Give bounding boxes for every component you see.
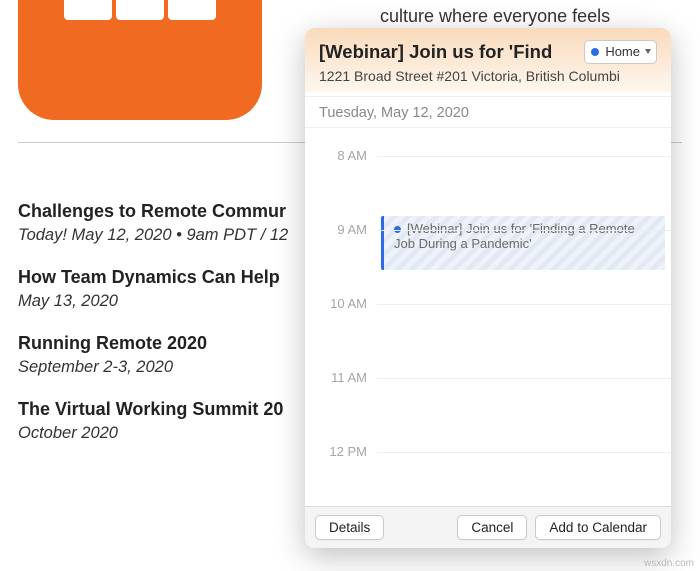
- event-block-label: [Webinar] Join us for 'Finding a Remote …: [394, 221, 635, 251]
- calendar-selected-label: Home: [605, 44, 640, 59]
- hour-label: 11 AM: [305, 370, 367, 385]
- calendar-select[interactable]: Home: [584, 40, 657, 64]
- hour-label: 8 AM: [305, 148, 367, 163]
- hour-label: 9 AM: [305, 222, 367, 237]
- timeline[interactable]: [Webinar] Join us for 'Finding a Remote …: [305, 127, 671, 506]
- chevron-down-icon: [645, 49, 651, 54]
- popover-footer: Details Cancel Add to Calendar: [305, 506, 671, 548]
- hour-line: [377, 230, 671, 231]
- hour-label: 10 AM: [305, 296, 367, 311]
- calendar-popover: [Webinar] Join us for 'Find Home 1221 Br…: [305, 28, 671, 548]
- logo: [18, 0, 262, 120]
- popover-address: 1221 Broad Street #201 Victoria, British…: [319, 68, 657, 84]
- hour-line: [377, 452, 671, 453]
- hour-line: [377, 156, 671, 157]
- details-button[interactable]: Details: [315, 515, 384, 540]
- hour-line: [377, 378, 671, 379]
- hour-label: 12 PM: [305, 444, 367, 459]
- hour-line: [377, 304, 671, 305]
- watermark: wsxdn.com: [644, 558, 694, 569]
- cancel-button[interactable]: Cancel: [457, 515, 527, 540]
- blurb-text: culture where everyone feels: [380, 4, 660, 28]
- add-to-calendar-button[interactable]: Add to Calendar: [535, 515, 661, 540]
- calendar-color-dot: [591, 48, 599, 56]
- calendar-event-block[interactable]: [Webinar] Join us for 'Finding a Remote …: [381, 216, 665, 270]
- popover-title: [Webinar] Join us for 'Find: [319, 41, 578, 63]
- popover-date: Tuesday, May 12, 2020: [305, 96, 671, 127]
